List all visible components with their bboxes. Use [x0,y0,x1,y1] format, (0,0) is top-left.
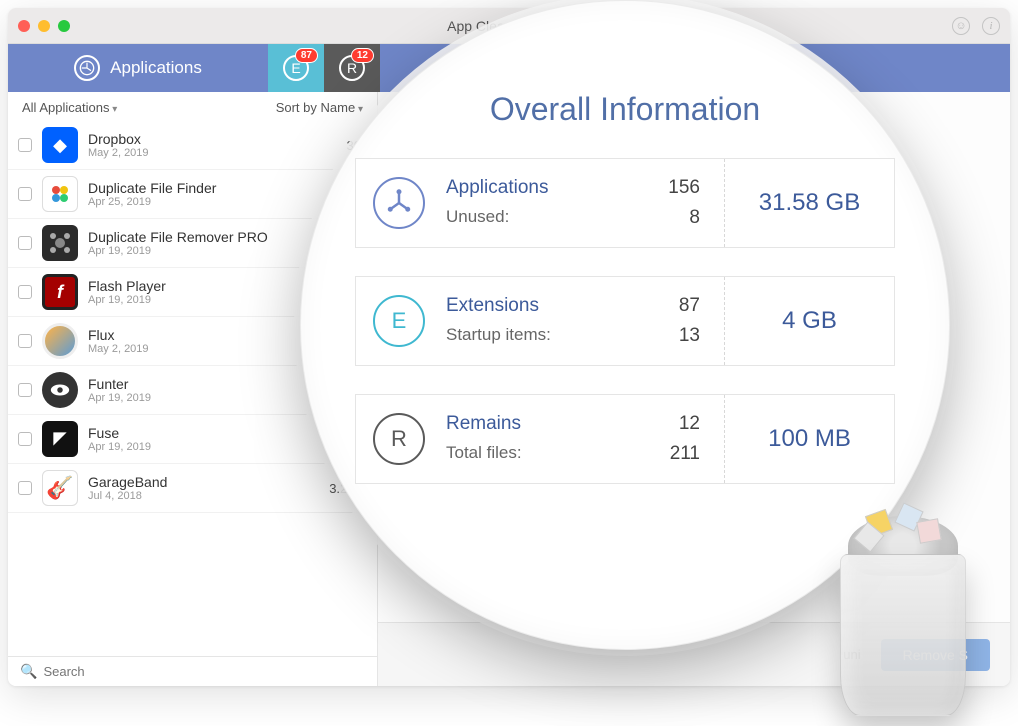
applications-label: Applications [446,177,548,199]
funter-icon [42,372,78,408]
search-bar[interactable]: 🔍 [8,656,377,686]
app-name: Flash Player [88,278,166,294]
remains-count: 12 [679,413,700,435]
remains-size: 100 MB [724,395,894,483]
app-name: Fuse [88,425,151,441]
total-files-count: 211 [670,443,700,465]
startup-items-label: Startup items: [446,325,551,347]
search-icon: 🔍 [20,663,37,680]
app-name: GarageBand [88,474,167,490]
list-item[interactable]: 🎸 GarageBand Jul 4, 2018 3.2 G [8,464,377,513]
fuse-icon [42,421,78,457]
sort-by-name[interactable]: Sort by Name [276,100,363,115]
extensions-icon: E [373,295,425,347]
applications-size: 31.58 GB [724,159,894,247]
tab-applications[interactable]: Applications [8,44,268,92]
app-date: Apr 25, 2019 [88,196,216,208]
remove-button[interactable]: Remove S [881,639,990,671]
app-name: Flux [88,327,149,343]
remains-icon: R [373,413,425,465]
remains-badge: 12 [351,48,374,63]
app-checkbox[interactable] [18,285,32,299]
app-date: Apr 19, 2019 [88,392,151,404]
extensions-badge: 87 [295,48,318,63]
app-date: Apr 19, 2019 [88,245,268,257]
remains-label: Remains [446,413,521,435]
app-checkbox[interactable] [18,383,32,397]
overall-applications-block: Applications 156 Unused: 8 31.58 GB [355,158,895,248]
total-files-label: Total files: [446,443,522,465]
startup-items-count: 13 [679,325,700,347]
applications-count: 156 [668,177,700,199]
tab-applications-label: Applications [110,58,202,78]
flux-icon [42,323,78,359]
app-name: Duplicate File Finder [88,180,216,196]
duplicate-file-remover-pro-icon [42,225,78,261]
app-checkbox[interactable] [18,334,32,348]
overall-remains-block: R Remains 12 Total files: 211 100 MB [355,394,895,484]
app-name: Dropbox [88,131,149,147]
app-name: Funter [88,376,151,392]
unused-count: 8 [689,207,700,229]
app-checkbox[interactable] [18,138,32,152]
app-checkbox[interactable] [18,432,32,446]
tab-remains[interactable]: R 12 [324,44,380,92]
app-date: Apr 19, 2019 [88,441,151,453]
bottom-hint: uni [843,647,860,662]
magnified-overview: Overall Information Applications 156 Unus… [300,0,950,650]
overall-information-title: Overall Information [490,91,760,128]
garageband-icon: 🎸 [42,470,78,506]
filter-all-applications[interactable]: All Applications [22,100,117,115]
extensions-label: Extensions [446,295,539,317]
app-date: Apr 19, 2019 [88,294,166,306]
tab-extensions[interactable]: E 87 [268,44,324,92]
search-input[interactable] [43,664,365,679]
app-date: May 2, 2019 [88,147,149,159]
overall-extensions-block: E Extensions 87 Startup items: 13 4 GB [355,276,895,366]
app-checkbox[interactable] [18,481,32,495]
app-name: Duplicate File Remover PRO [88,229,268,245]
applications-icon [74,55,100,81]
app-checkbox[interactable] [18,236,32,250]
extensions-count: 87 [679,295,700,317]
duplicate-file-finder-icon [42,176,78,212]
list-item[interactable]: ◆ Dropbox May 2, 2019 30 [8,121,377,170]
unused-label: Unused: [446,207,509,229]
app-checkbox[interactable] [18,187,32,201]
extensions-size: 4 GB [724,277,894,365]
app-date: Jul 4, 2018 [88,490,167,502]
dropbox-icon: ◆ [42,127,78,163]
flash-player-icon: f [42,274,78,310]
applications-icon [373,177,425,229]
app-date: May 2, 2019 [88,343,149,355]
